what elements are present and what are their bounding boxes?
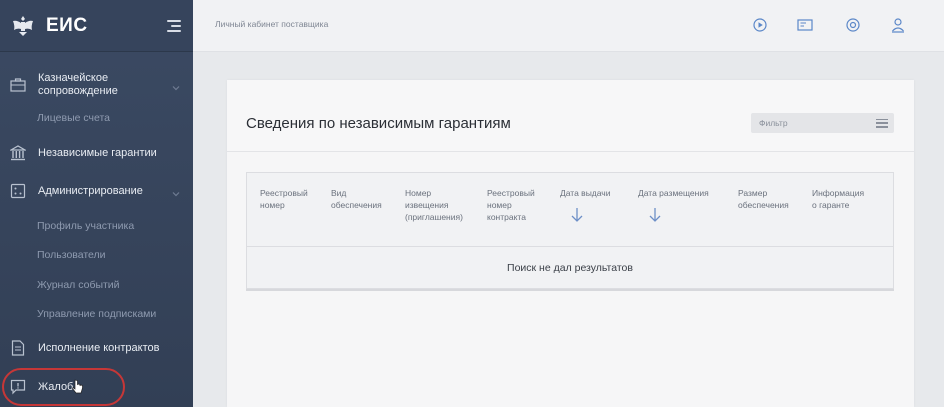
settings-icon[interactable] xyxy=(845,17,861,33)
chevron-down-icon xyxy=(171,80,181,98)
sidebar-item-treasury[interactable]: Казначейское сопровождение xyxy=(0,70,193,100)
sidebar-item-event-log[interactable]: Журнал событий xyxy=(37,279,120,291)
play-icon[interactable] xyxy=(752,17,768,33)
column-header-placement-date[interactable]: Дата размещения xyxy=(638,187,709,226)
sidebar-item-users[interactable]: Пользователи xyxy=(37,249,106,261)
column-header-notice-number[interactable]: Номер извещения (приглашения) xyxy=(405,187,463,223)
sidebar-item-accounts[interactable]: Лицевые счета xyxy=(37,112,110,124)
column-header-guarantor-info[interactable]: Информация о гаранте xyxy=(812,187,864,211)
sidebar-item-label: Казначейское сопровождение xyxy=(38,72,118,97)
filter-placeholder: Фильтр xyxy=(759,118,788,128)
card-header: Сведения по независимым гарантиям Фильтр xyxy=(227,80,914,152)
sidebar: ЕИС Казначейское сопровождение Лицевые сч… xyxy=(0,0,193,407)
sort-arrow-down-icon[interactable] xyxy=(570,207,611,226)
admin-icon xyxy=(9,182,27,200)
sidebar-item-subscriptions[interactable]: Управление подписками xyxy=(37,308,156,320)
annotation-highlight-circle xyxy=(2,368,125,406)
user-icon[interactable] xyxy=(890,17,906,33)
briefcase-icon xyxy=(9,76,27,94)
menu-toggle-icon[interactable] xyxy=(167,19,181,32)
column-header-issue-date[interactable]: Дата выдачи xyxy=(560,187,611,226)
sidebar-item-contracts[interactable]: Исполнение контрактов xyxy=(0,338,193,358)
page-title: Сведения по независимым гарантиям xyxy=(246,115,511,132)
eagle-emblem-icon xyxy=(10,13,36,39)
column-header-security-type[interactable]: Вид обеспечения xyxy=(331,187,382,211)
sidebar-item-label: Независимые гарантии xyxy=(38,146,157,159)
sidebar-item-label: Администрирование xyxy=(38,184,143,197)
filter-input[interactable]: Фильтр xyxy=(751,113,894,133)
guarantees-table: Реестровый номер Вид обеспечения Номер изве… xyxy=(246,172,894,289)
column-header-security-amount[interactable]: Размер обеспечения xyxy=(738,187,789,211)
table-header: Реестровый номер Вид обеспечения Номер изве… xyxy=(247,173,893,247)
sort-arrow-down-icon[interactable] xyxy=(648,207,709,226)
breadcrumb: Личный кабинет поставщика xyxy=(215,19,329,29)
table-bottom-border xyxy=(246,289,894,291)
sidebar-item-guarantees[interactable]: Независимые гарантии xyxy=(0,143,193,163)
filter-menu-icon[interactable] xyxy=(876,118,888,128)
bank-icon xyxy=(9,144,27,162)
document-icon xyxy=(9,339,27,357)
sidebar-item-administration[interactable]: Администрирование xyxy=(0,181,193,201)
column-header-registry-number[interactable]: Реестровый номер xyxy=(260,187,308,211)
brand: ЕИС xyxy=(0,0,193,52)
sidebar-item-label: Исполнение контрактов xyxy=(38,341,160,354)
topbar: Личный кабинет поставщика xyxy=(193,0,944,52)
card-icon[interactable] xyxy=(797,17,813,33)
chevron-down-icon xyxy=(171,186,181,204)
guarantees-card: Сведения по независимым гарантиям Фильтр… xyxy=(227,80,914,407)
empty-results-message: Поиск не дал результатов xyxy=(507,262,633,274)
column-header-contract-number[interactable]: Реестровый номер контракта xyxy=(487,187,535,223)
sidebar-item-profile[interactable]: Профиль участника xyxy=(37,220,134,232)
brand-title: ЕИС xyxy=(46,14,88,36)
